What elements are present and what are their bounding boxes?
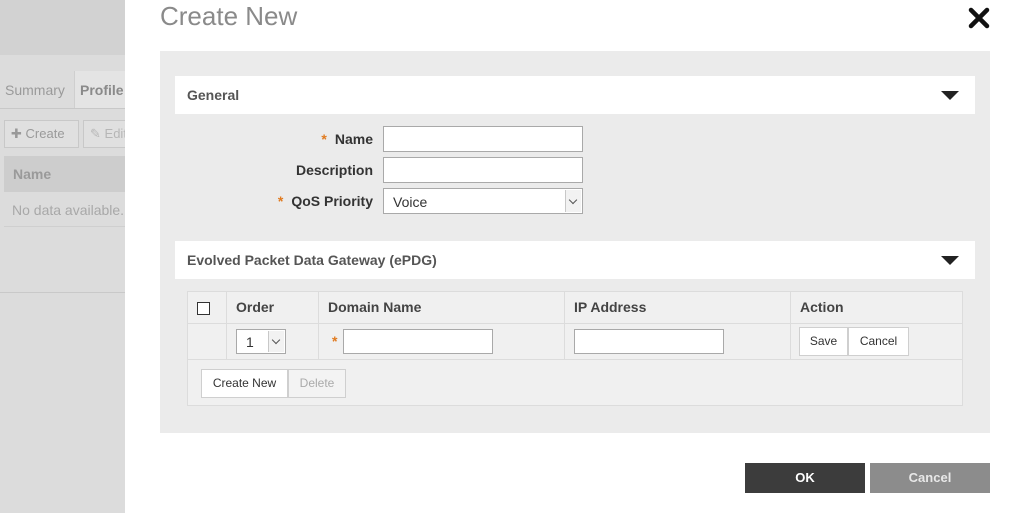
background-divider [0, 292, 125, 293]
background-page: Summary Profile ✚ Create ✎ Edit Name No … [0, 0, 125, 513]
column-header-domain-name: Domain Name [318, 292, 564, 324]
epdg-section-header[interactable]: Evolved Packet Data Gateway (ePDG) [175, 241, 975, 279]
plus-icon: ✚ [11, 126, 22, 141]
table-header-row: Order Domain Name IP Address Action [188, 292, 962, 324]
pencil-icon: ✎ [90, 126, 101, 141]
tab-profile[interactable]: Profile [74, 71, 125, 109]
background-tabs: Summary Profile [0, 71, 125, 109]
close-icon[interactable] [967, 6, 991, 30]
required-asterisk: * [277, 193, 284, 209]
background-header [0, 0, 125, 55]
domain-name-input[interactable] [343, 329, 493, 354]
background-edit-button[interactable]: ✎ Edit [83, 120, 125, 148]
row-select-cell [188, 324, 226, 360]
delete-row-button[interactable]: Delete [288, 369, 346, 398]
qos-priority-row: * QoS Priority Voice [160, 188, 990, 214]
required-asterisk: * [321, 131, 327, 147]
order-select[interactable]: 1 [236, 329, 286, 354]
empty-state-text: No data available. [12, 202, 125, 218]
name-row: * Name [160, 126, 990, 152]
general-section-header[interactable]: General [175, 76, 975, 114]
column-header-name: Name [13, 166, 52, 182]
select-all-cell [188, 292, 226, 324]
background-edit-label: Edit [104, 126, 125, 141]
dialog-title: Create New [160, 1, 298, 31]
tab-summary[interactable]: Summary [0, 71, 73, 109]
ok-button[interactable]: OK [745, 463, 865, 493]
dialog-body-panel: General * Name Description * QoS Priority … [160, 51, 990, 433]
name-input[interactable] [383, 126, 583, 152]
background-create-label: Create [25, 126, 65, 141]
description-label: Description [295, 162, 373, 178]
ip-address-input[interactable] [574, 329, 724, 354]
column-header-order: Order [226, 292, 318, 324]
row-cancel-button[interactable]: Cancel [848, 327, 909, 356]
collapse-triangle-icon[interactable] [941, 256, 959, 265]
name-label: * Name [321, 131, 373, 147]
table-row: 1 * Save Cancel [188, 324, 962, 360]
domain-name-cell: * [318, 324, 564, 360]
order-value: 1 [246, 334, 254, 350]
description-row: Description [160, 157, 990, 183]
chevron-down-icon[interactable] [268, 331, 284, 352]
action-cell: Save Cancel [790, 324, 962, 360]
ip-address-cell [564, 324, 790, 360]
order-cell: 1 [226, 324, 318, 360]
column-header-ip-address: IP Address [564, 292, 790, 324]
required-asterisk: * [332, 333, 338, 349]
qos-priority-label: * QoS Priority [277, 193, 373, 209]
background-table-empty-row: No data available. [4, 192, 125, 227]
epdg-section-title: Evolved Packet Data Gateway (ePDG) [187, 252, 437, 268]
background-table-header: Name [4, 156, 125, 192]
cancel-button[interactable]: Cancel [870, 463, 990, 493]
select-all-checkbox[interactable] [197, 302, 210, 315]
qos-priority-value: Voice [393, 194, 428, 210]
general-section-title: General [187, 87, 240, 103]
epdg-table: Order Domain Name IP Address Action 1 * [187, 291, 963, 406]
tab-divider [0, 108, 125, 109]
row-save-button[interactable]: Save [799, 327, 848, 356]
create-new-row-button[interactable]: Create New [201, 369, 288, 398]
background-create-button[interactable]: ✚ Create [4, 120, 79, 148]
qos-priority-select[interactable]: Voice [383, 188, 583, 214]
chevron-down-icon[interactable] [565, 190, 581, 212]
create-new-dialog: Create New General * Name Description * Qo… [125, 0, 1011, 513]
collapse-triangle-icon[interactable] [941, 91, 959, 100]
column-header-action: Action [790, 292, 962, 324]
description-input[interactable] [383, 157, 583, 183]
